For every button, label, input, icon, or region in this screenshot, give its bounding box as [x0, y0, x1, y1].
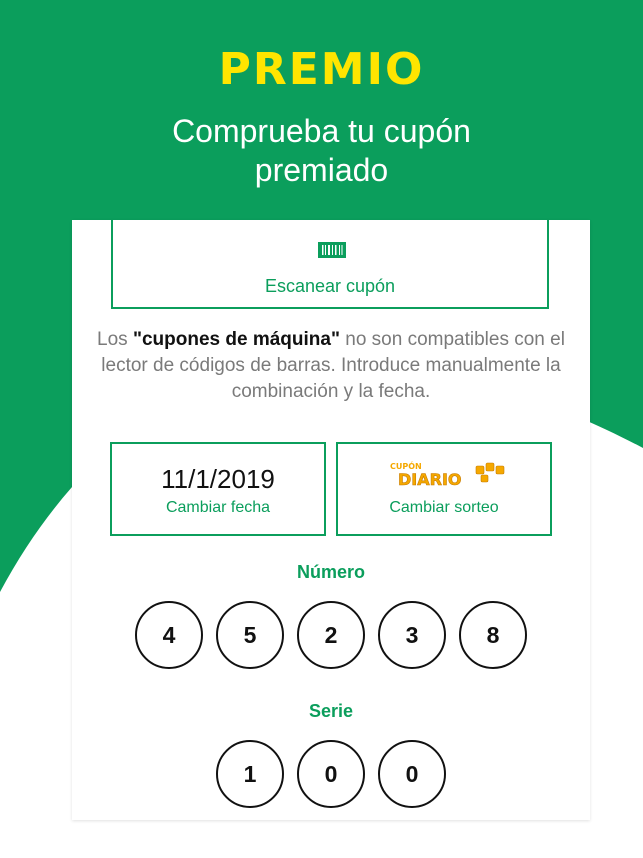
notice-highlight: "cupones de máquina" [132, 329, 340, 350]
number-digit-5[interactable]: 8 [459, 601, 527, 669]
number-digit-1[interactable]: 4 [135, 601, 203, 669]
page-title: PREMIO [218, 44, 425, 95]
svg-text:DIARIO: DIARIO [398, 470, 462, 489]
series-digits: 1 0 0 [72, 740, 590, 808]
series-section-title: Serie [308, 701, 354, 721]
series-digit-2[interactable]: 0 [297, 740, 365, 808]
number-digits: 4 5 2 3 8 [72, 601, 590, 669]
subtitle-line-1: Comprueba tu cupón [172, 113, 471, 149]
page-subtitle: Comprueba tu cupón premiado [0, 112, 643, 190]
change-date-label: Cambiar fecha [165, 499, 271, 516]
series-digit-1[interactable]: 1 [216, 740, 284, 808]
barcode-icon [318, 242, 346, 258]
cupon-diario-logo: CUPÓN DIARIO [390, 460, 505, 489]
machine-coupon-notice: Los "cupones de máquina" no son compatib… [92, 327, 570, 405]
change-date-button[interactable]: 11/1/2019 Cambiar fecha [110, 442, 326, 536]
subtitle-line-2: premiado [254, 152, 389, 188]
scan-coupon-label: Escanear cupón [264, 276, 396, 296]
draw-date-value: 11/1/2019 [161, 464, 275, 494]
number-section-title: Número [296, 562, 365, 582]
number-digit-4[interactable]: 3 [378, 601, 446, 669]
series-digit-3[interactable]: 0 [378, 740, 446, 808]
change-draw-button[interactable]: CUPÓN DIARIO Cambiar sorteo [336, 442, 552, 536]
notice-prefix: Los [97, 329, 133, 350]
number-digit-2[interactable]: 5 [216, 601, 284, 669]
scan-coupon-button[interactable]: Escanear cupón [111, 220, 549, 309]
coupon-check-card: Escanear cupón Los "cupones de máquina" … [72, 220, 590, 820]
number-digit-3[interactable]: 2 [297, 601, 365, 669]
change-draw-label: Cambiar sorteo [389, 499, 499, 516]
